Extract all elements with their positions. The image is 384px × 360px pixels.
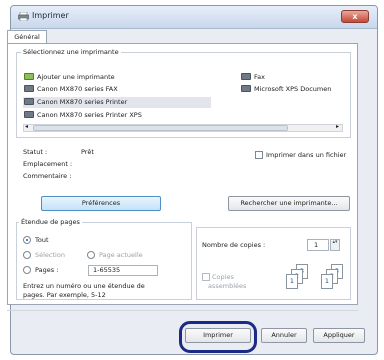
status-label: Statut :: [23, 148, 48, 156]
printer-app-icon: [18, 12, 29, 21]
print-to-file-checkbox[interactable]: [255, 151, 263, 159]
copies-label: Nombre de copies :: [202, 241, 266, 249]
printer-icon: [241, 85, 251, 92]
location-label: Emplacement :: [23, 160, 73, 168]
printer-item-label: Microsoft XPS Documen: [254, 85, 332, 93]
preferences-button[interactable]: Préférences: [41, 196, 161, 211]
printer-item-fax[interactable]: Fax: [241, 72, 265, 83]
page-range-hint-example: pages. Par exemple, 5-12: [23, 291, 106, 299]
collate-checkbox[interactable]: [202, 273, 210, 281]
radio-all-label: Tout: [35, 236, 49, 244]
copies-spin-buttons[interactable]: ▴▾: [330, 239, 340, 251]
add-printer-icon: [24, 73, 34, 80]
radio-selection-label: Sélection: [35, 251, 65, 259]
fax-printer-icon: [24, 85, 34, 92]
radio-current-page-label: Page actuelle: [99, 251, 143, 259]
radio-all[interactable]: [23, 236, 31, 244]
printer-group-legend: Sélectionnez une imprimante: [21, 48, 121, 56]
fax-icon: [241, 73, 251, 80]
collate-page: 1: [286, 274, 298, 289]
print-button-highlight: [179, 321, 257, 353]
footer-divider: [7, 310, 358, 311]
page-range-hint: Entrez un numéro ou une étendue de: [23, 282, 145, 290]
status-value: Prêt: [81, 148, 94, 156]
printer-item-label: Canon MX870 series FAX: [37, 85, 118, 93]
printer-item-label: Fax: [254, 73, 265, 81]
collate-label-2: assemblées: [208, 282, 247, 290]
scroll-left-arrow-icon[interactable]: ◂: [25, 123, 28, 130]
collate-label: Copies: [212, 273, 234, 281]
printer-item-mx870-printer[interactable]: Canon MX870 series Printer: [24, 97, 127, 108]
title-bar[interactable]: Imprimer x: [11, 6, 377, 29]
printer-item-add[interactable]: Ajouter une imprimante: [24, 72, 115, 83]
printer-item-label: Canon MX870 series Printer: [37, 98, 128, 106]
find-printer-button[interactable]: Rechercher une imprimante...: [228, 196, 350, 211]
window-title: Imprimer: [32, 11, 69, 20]
printer-icon: [24, 111, 34, 118]
print-to-file-label: Imprimer dans un fichier: [266, 151, 347, 159]
pages-input[interactable]: 1-65535: [88, 265, 158, 276]
scroll-right-arrow-icon[interactable]: ▸: [336, 123, 339, 130]
printer-item-mx870-xps[interactable]: Canon MX870 series Printer XPS: [24, 110, 142, 121]
printer-item-mx870-fax[interactable]: Canon MX870 series FAX: [24, 84, 118, 95]
cancel-button[interactable]: Annuler: [261, 328, 307, 343]
radio-current-page[interactable]: [87, 251, 95, 259]
radio-pages-label: Pages :: [35, 266, 59, 274]
copies-input[interactable]: 1: [307, 239, 329, 251]
printer-item-label: Ajouter une imprimante: [37, 73, 115, 81]
page-range-legend: Étendue de pages: [19, 218, 82, 226]
comment-label: Commentaire :: [23, 172, 72, 180]
radio-selection[interactable]: [23, 251, 31, 259]
radio-pages[interactable]: [23, 266, 31, 274]
scrollbar-thumb[interactable]: [33, 125, 288, 131]
collate-page: 1: [321, 274, 333, 289]
close-button[interactable]: x: [341, 10, 369, 23]
printer-item-label: Canon MX870 series Printer XPS: [37, 111, 142, 119]
printer-item-microsoft-xps[interactable]: Microsoft XPS Documen: [241, 84, 331, 95]
printer-icon: [24, 98, 34, 105]
tab-general[interactable]: Général: [7, 30, 47, 44]
apply-button[interactable]: Appliquer: [313, 328, 365, 343]
